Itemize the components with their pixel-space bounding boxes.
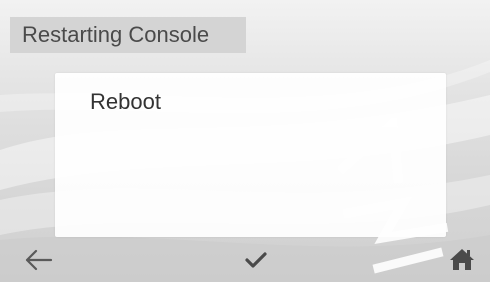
confirm-button[interactable]	[238, 245, 274, 275]
home-button[interactable]	[444, 244, 480, 274]
home-icon	[450, 249, 474, 270]
arrow-left-icon	[25, 249, 53, 271]
page-title: Restarting Console	[10, 17, 246, 53]
options-panel: Reboot	[55, 73, 446, 237]
checkmark-icon	[245, 252, 267, 268]
console-screen: Restarting Console Reboot	[0, 0, 490, 282]
back-button[interactable]	[20, 245, 56, 275]
reboot-option[interactable]: Reboot	[90, 89, 161, 115]
